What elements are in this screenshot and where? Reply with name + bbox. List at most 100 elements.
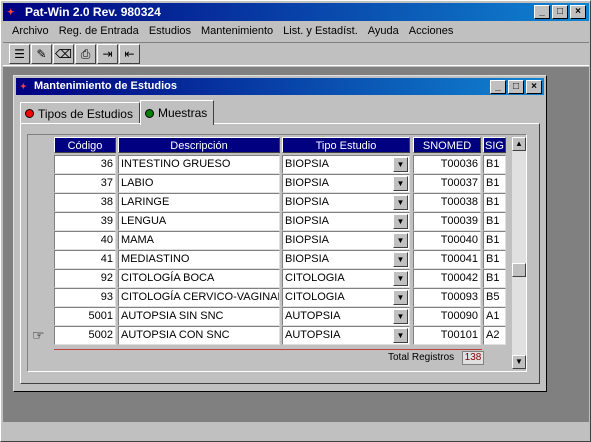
codigo-cell[interactable]: 5001 xyxy=(54,307,116,326)
print-icon[interactable]: ⎙ xyxy=(75,44,96,64)
snomed-cell[interactable]: T00101 xyxy=(413,326,481,345)
tipo-estudio-cell[interactable]: CITOLOGIA ▼ xyxy=(282,269,410,288)
minimize-button[interactable]: _ xyxy=(534,5,550,19)
header-snomed[interactable]: SNOMED xyxy=(413,137,481,153)
header-descripcion[interactable]: Descripción xyxy=(118,137,280,153)
header-tipo-estudio[interactable]: Tipo Estudio xyxy=(282,137,410,153)
edit-icon[interactable]: ✎ xyxy=(31,44,52,64)
table-row[interactable]: 5001 AUTOPSIA SIN SNC AUTOPSIA ▼ T00090 A1 xyxy=(28,307,506,326)
descripcion-cell[interactable]: LENGUA xyxy=(118,212,280,231)
table-row[interactable]: 5002 AUTOPSIA CON SNC AUTOPSIA ▼ T00101 A2 xyxy=(28,326,506,345)
snomed-cell[interactable]: T00036 xyxy=(413,155,481,174)
sig-cell[interactable]: B5 xyxy=(483,288,506,307)
close-button[interactable]: × xyxy=(570,5,586,19)
codigo-cell[interactable]: 92 xyxy=(54,269,116,288)
tipo-estudio-cell[interactable]: BIOPSIA ▼ xyxy=(282,250,410,269)
sig-cell[interactable]: B1 xyxy=(483,193,506,212)
snomed-cell[interactable]: T00037 xyxy=(413,174,481,193)
descripcion-cell[interactable]: LABIO xyxy=(118,174,280,193)
dropdown-arrow-icon[interactable]: ▼ xyxy=(393,214,408,229)
menu-ayuda[interactable]: Ayuda xyxy=(363,22,404,41)
table-row[interactable]: 37 LABIO BIOPSIA ▼ T00037 B1 xyxy=(28,174,506,193)
descripcion-cell[interactable]: LARINGE xyxy=(118,193,280,212)
snomed-cell[interactable]: T00039 xyxy=(413,212,481,231)
codigo-cell[interactable]: 40 xyxy=(54,231,116,250)
tipo-estudio-cell[interactable]: BIOPSIA ▼ xyxy=(282,155,410,174)
tipo-estudio-cell[interactable]: AUTOPSIA ▼ xyxy=(282,326,410,345)
tipo-estudio-cell[interactable]: BIOPSIA ▼ xyxy=(282,193,410,212)
eraser-icon[interactable]: ⌫ xyxy=(53,44,74,64)
dropdown-arrow-icon[interactable]: ▼ xyxy=(393,195,408,210)
dropdown-arrow-icon[interactable]: ▼ xyxy=(393,233,408,248)
descripcion-cell[interactable]: CITOLOGÍA CERVICO-VAGINAL xyxy=(118,288,280,307)
login-icon[interactable]: ⇥ xyxy=(97,44,118,64)
maximize-button[interactable]: □ xyxy=(552,5,568,19)
tab-tipos-estudios[interactable]: Tipos de Estudios xyxy=(20,102,140,124)
scroll-thumb[interactable] xyxy=(512,263,526,277)
dropdown-arrow-icon[interactable]: ▼ xyxy=(393,328,408,343)
exit-icon[interactable]: ⇤ xyxy=(119,44,140,64)
snomed-cell[interactable]: T00040 xyxy=(413,231,481,250)
tipo-estudio-cell[interactable]: BIOPSIA ▼ xyxy=(282,174,410,193)
snomed-cell[interactable]: T00090 xyxy=(413,307,481,326)
descripcion-cell[interactable]: CITOLOGÍA BOCA xyxy=(118,269,280,288)
tipo-estudio-cell[interactable]: CITOLOGIA ▼ xyxy=(282,288,410,307)
descripcion-cell[interactable]: AUTOPSIA SIN SNC xyxy=(118,307,280,326)
dropdown-arrow-icon[interactable]: ▼ xyxy=(393,176,408,191)
table-row[interactable]: 40 MAMA BIOPSIA ▼ T00040 B1 xyxy=(28,231,506,250)
header-codigo[interactable]: Código xyxy=(54,137,116,153)
child-minimize-button[interactable]: _ xyxy=(490,80,506,94)
table-row[interactable]: 92 CITOLOGÍA BOCA CITOLOGIA ▼ T00042 B1 xyxy=(28,269,506,288)
table-row[interactable]: 39 LENGUA BIOPSIA ▼ T00039 B1 xyxy=(28,212,506,231)
child-close-button[interactable]: × xyxy=(526,80,542,94)
table-row[interactable]: 41 MEDIASTINO BIOPSIA ▼ T00041 B1 xyxy=(28,250,506,269)
codigo-cell[interactable]: 41 xyxy=(54,250,116,269)
sig-cell[interactable]: B1 xyxy=(483,250,506,269)
sig-cell[interactable]: B1 xyxy=(483,269,506,288)
descripcion-cell[interactable]: MAMA xyxy=(118,231,280,250)
list-icon[interactable]: ☰ xyxy=(9,44,30,64)
sig-cell[interactable]: B1 xyxy=(483,174,506,193)
table-row[interactable]: 93 CITOLOGÍA CERVICO-VAGINAL CITOLOGIA ▼ T00… xyxy=(28,288,506,307)
tipo-estudio-cell[interactable]: BIOPSIA ▼ xyxy=(282,212,410,231)
dropdown-arrow-icon[interactable]: ▼ xyxy=(393,309,408,324)
descripcion-cell[interactable]: AUTOPSIA CON SNC xyxy=(118,326,280,345)
menu-mantenimiento[interactable]: Mantenimiento xyxy=(196,22,278,41)
menu-archivo[interactable]: Archivo xyxy=(7,22,54,41)
sig-cell[interactable]: A2 xyxy=(483,326,506,345)
descripcion-cell[interactable]: INTESTINO GRUESO xyxy=(118,155,280,174)
sig-cell[interactable]: B1 xyxy=(483,231,506,250)
dropdown-arrow-icon[interactable]: ▼ xyxy=(393,290,408,305)
scroll-down-icon[interactable]: ▼ xyxy=(512,355,526,369)
tab-muestras[interactable]: Muestras xyxy=(139,100,215,125)
snomed-cell[interactable]: T00093 xyxy=(413,288,481,307)
codigo-cell[interactable]: 38 xyxy=(54,193,116,212)
tipo-estudio-cell[interactable]: BIOPSIA ▼ xyxy=(282,231,410,250)
sig-cell[interactable]: A1 xyxy=(483,307,506,326)
menu-reg-entrada[interactable]: Reg. de Entrada xyxy=(54,22,144,41)
codigo-cell[interactable]: 93 xyxy=(54,288,116,307)
snomed-cell[interactable]: T00041 xyxy=(413,250,481,269)
sig-cell[interactable]: B1 xyxy=(483,155,506,174)
vertical-scrollbar[interactable]: ▲ ▼ xyxy=(512,137,526,369)
table-row[interactable]: 38 LARINGE BIOPSIA ▼ T00038 B1 xyxy=(28,193,506,212)
codigo-cell[interactable]: 37 xyxy=(54,174,116,193)
snomed-cell[interactable]: T00042 xyxy=(413,269,481,288)
codigo-cell[interactable]: 39 xyxy=(54,212,116,231)
tipo-estudio-cell[interactable]: AUTOPSIA ▼ xyxy=(282,307,410,326)
header-sig[interactable]: SIG xyxy=(483,137,506,153)
dropdown-arrow-icon[interactable]: ▼ xyxy=(393,271,408,286)
dropdown-arrow-icon[interactable]: ▼ xyxy=(393,157,408,172)
table-row[interactable]: 36 INTESTINO GRUESO BIOPSIA ▼ T00036 B1 xyxy=(28,155,506,174)
snomed-cell[interactable]: T00038 xyxy=(413,193,481,212)
codigo-cell[interactable]: 5002 xyxy=(54,326,116,345)
menu-estudios[interactable]: Estudios xyxy=(144,22,196,41)
child-maximize-button[interactable]: □ xyxy=(508,80,524,94)
scroll-up-icon[interactable]: ▲ xyxy=(512,137,526,151)
codigo-cell[interactable]: 36 xyxy=(54,155,116,174)
menu-listados[interactable]: List. y Estadíst. xyxy=(278,22,363,41)
dropdown-arrow-icon[interactable]: ▼ xyxy=(393,252,408,267)
sig-cell[interactable]: B1 xyxy=(483,212,506,231)
menu-acciones[interactable]: Acciones xyxy=(404,22,459,41)
descripcion-cell[interactable]: MEDIASTINO xyxy=(118,250,280,269)
